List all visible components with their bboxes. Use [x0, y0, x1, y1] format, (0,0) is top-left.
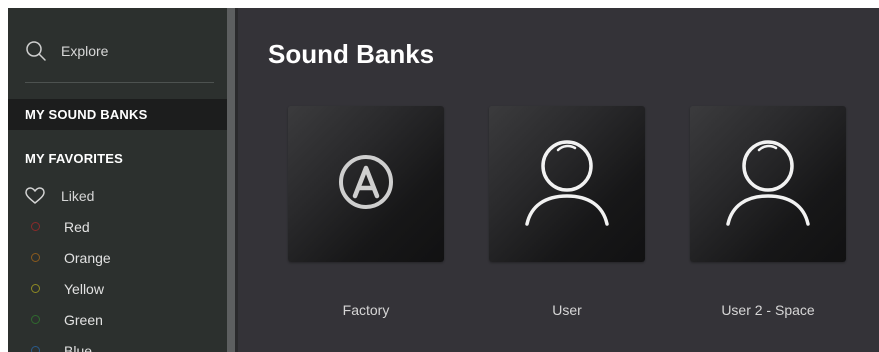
- favorite-label: Green: [64, 311, 103, 328]
- sidebar-item-yellow[interactable]: Yellow: [25, 273, 225, 304]
- color-dot-icon: [31, 346, 40, 352]
- sound-bank-factory[interactable]: Factory: [288, 106, 444, 318]
- favorite-label: Red: [64, 218, 90, 235]
- my-favorites-heading: MY FAVORITES: [25, 151, 123, 166]
- sidebar-item-liked[interactable]: Liked: [25, 180, 225, 211]
- sidebar-item-blue[interactable]: Blue: [25, 335, 225, 352]
- sound-bank-tile[interactable]: [288, 106, 444, 262]
- sound-bank-name: User: [552, 302, 582, 318]
- sound-bank-name: Factory: [342, 302, 390, 318]
- sidebar-item-red[interactable]: Red: [25, 211, 225, 242]
- explore-label: Explore: [61, 43, 109, 59]
- favorite-label: Liked: [61, 187, 95, 204]
- page-title: Sound Banks: [268, 39, 435, 69]
- sidebar: Explore MY SOUND BANKS MY FAVORITES Like…: [8, 8, 227, 352]
- user-icon: [722, 136, 814, 233]
- sound-bank-user[interactable]: User: [489, 106, 645, 318]
- main-panel: Sound Banks Factory User User 2 - Space: [238, 8, 879, 352]
- heart-icon: [25, 186, 45, 205]
- app-window: Explore MY SOUND BANKS MY FAVORITES Like…: [8, 8, 879, 352]
- sound-bank-user-2-space[interactable]: User 2 - Space: [690, 106, 846, 318]
- arturia-logo-icon: [336, 152, 396, 217]
- color-dot-icon: [31, 222, 40, 231]
- color-dot-icon: [31, 284, 40, 293]
- sidebar-item-orange[interactable]: Orange: [25, 242, 225, 273]
- color-dot-icon: [31, 315, 40, 324]
- favorite-label: Yellow: [64, 280, 104, 297]
- sidebar-item-green[interactable]: Green: [25, 304, 225, 335]
- favorite-label: Orange: [64, 249, 111, 266]
- favorite-label: Blue: [64, 342, 93, 352]
- sound-bank-tile[interactable]: [489, 106, 645, 262]
- favorites-list: Liked Red Orange Yellow Green Blue: [25, 180, 225, 352]
- sidebar-item-my-sound-banks[interactable]: MY SOUND BANKS: [8, 99, 227, 130]
- explore-search[interactable]: Explore: [25, 39, 108, 63]
- sidebar-resize-handle[interactable]: [227, 8, 235, 352]
- sound-bank-tile[interactable]: [690, 106, 846, 262]
- user-icon: [521, 136, 613, 233]
- separator: [25, 82, 214, 83]
- color-dot-icon: [31, 253, 40, 262]
- search-icon: [25, 40, 47, 62]
- sidebar-item-label: MY SOUND BANKS: [25, 107, 148, 122]
- sound-bank-name: User 2 - Space: [721, 302, 815, 318]
